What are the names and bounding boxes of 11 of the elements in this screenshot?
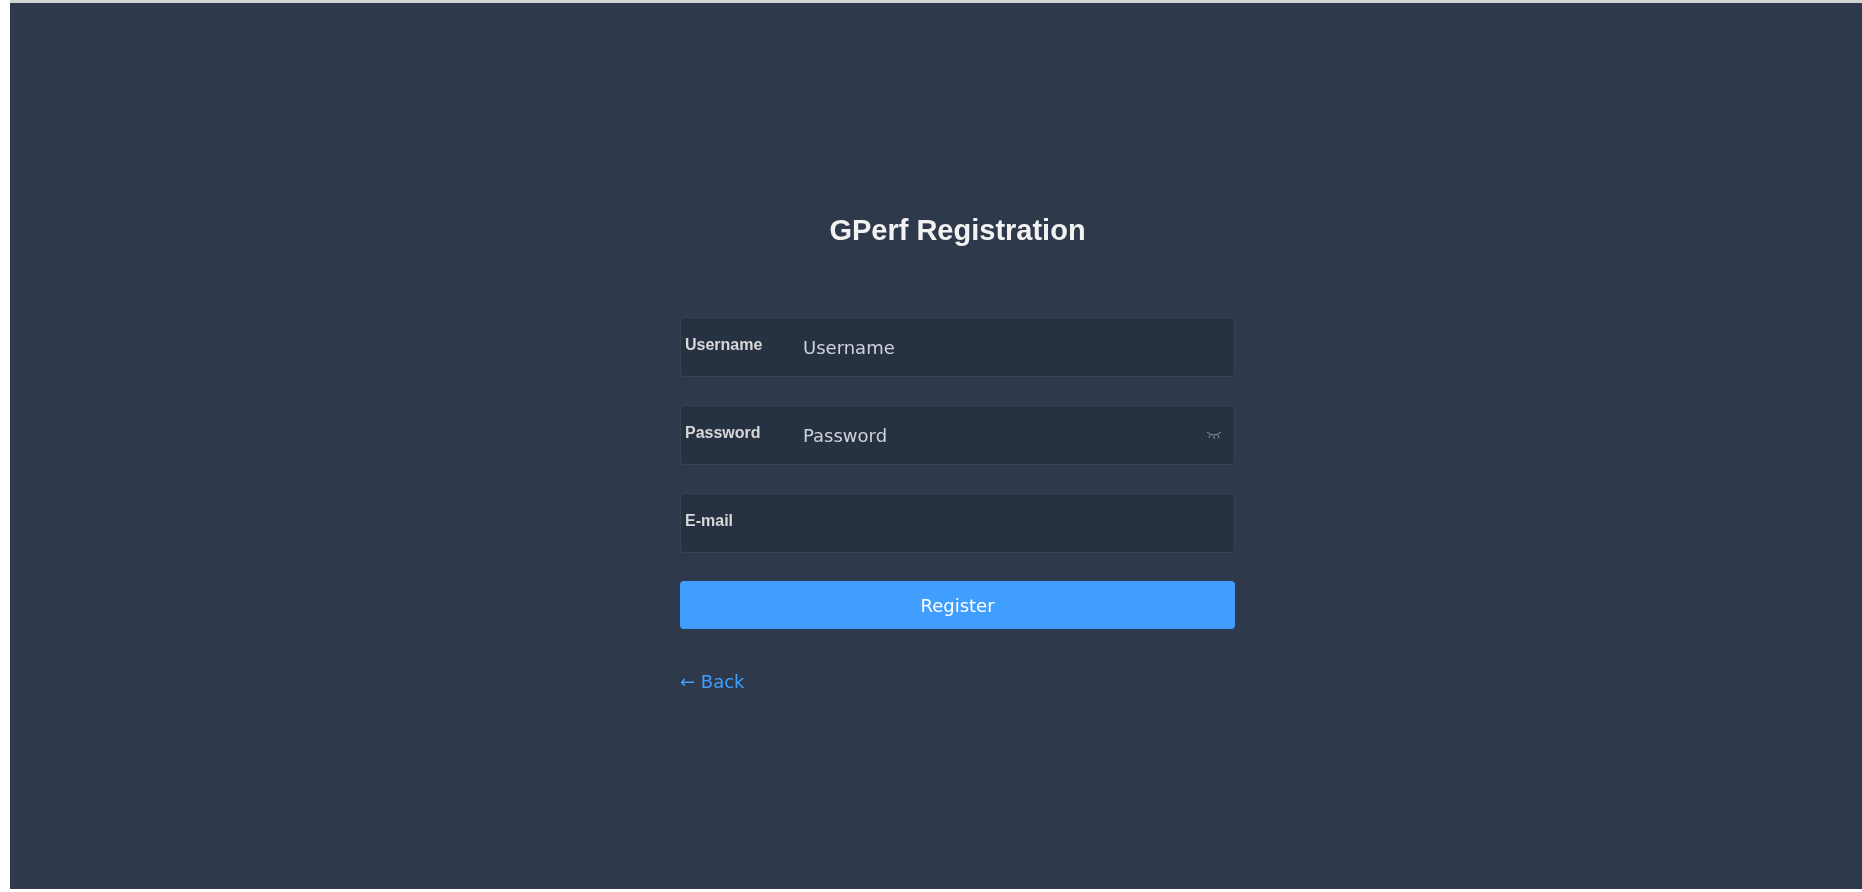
- field-label: Username: [685, 336, 764, 354]
- page-title: GPerf Registration: [828, 214, 1087, 247]
- back-link[interactable]: ← Back: [680, 671, 745, 692]
- text-input[interactable]: Password: [801, 423, 1206, 447]
- eye-closed-icon[interactable]: [1206, 430, 1222, 440]
- form-field[interactable]: E-mail: [680, 493, 1235, 553]
- form-field[interactable]: Password Password: [680, 405, 1235, 465]
- form-field[interactable]: Username Username: [680, 317, 1235, 377]
- text-input[interactable]: Username: [801, 335, 1222, 359]
- field-label: Password: [685, 424, 762, 442]
- field-label: E-mail: [685, 512, 734, 530]
